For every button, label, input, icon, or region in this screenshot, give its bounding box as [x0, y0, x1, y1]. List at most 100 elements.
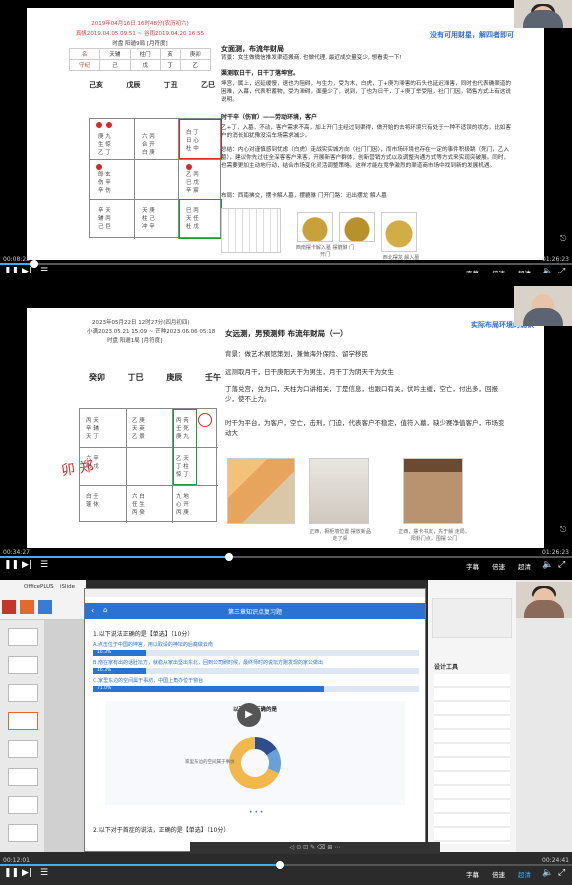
player-controls-1: 00:08:23 01:26:23 ❚❚ ▶| ☰ 字幕 倍速 超清 🔈 ⤢ [0, 255, 572, 273]
nine-palace-chart-2: 丙 天辛 辅天 丁 乙 庚天 英乙 景 丙 芮壬 死庚 九 六 辛伤 戊 乙 天… [79, 408, 218, 523]
subtitle-button[interactable]: 字幕 [466, 869, 479, 879]
design-tools-title: 设计工具 [434, 664, 459, 671]
next-icon[interactable]: ▶| [22, 560, 32, 570]
chart-legend: 家里东边的空间属于事坊 [185, 760, 235, 765]
layout-note: 布局：西南拂交，摆卡解人墓，摆貔貅 门开门路：迅出摆龙 解人墓 [221, 193, 387, 199]
fullscreen-icon[interactable]: ⤢ [558, 267, 565, 273]
pause-icon[interactable]: ❚❚ [4, 868, 19, 878]
red-heading: 没有可用财星，解四者即可 [430, 31, 514, 39]
question-2: 2.以下对于首症的说法，正确的是【单选】（10分） [93, 827, 230, 834]
right-panel: 设计工具 [428, 580, 516, 852]
info-top: 2019年04月16日 16时48分(农历初六) [91, 21, 189, 27]
volume-icon[interactable]: 🔈 [542, 560, 553, 570]
pie-chart [229, 737, 281, 789]
list-icon[interactable]: ☰ [40, 560, 48, 570]
fullscreen-icon[interactable]: ⤢ [558, 868, 565, 878]
progress-bar[interactable] [0, 553, 572, 561]
video-panel-3: OfficePLUS iSlide ‹ ⌂ 第三章知识点复习题 1.以下说法正确… [0, 580, 572, 885]
speed-button[interactable]: 倍速 [492, 561, 505, 570]
progress-bar[interactable] [0, 861, 572, 869]
sub-heading-1: 渠测取日干，日干丁落坤宫。 [221, 70, 300, 77]
case-title-2: 女远测，男预测师 布流年财局（一） [225, 329, 348, 338]
chart-card: 以下说法正确的是 家里东边的空间属于事坊 ▶ [105, 701, 405, 805]
sub-heading-2: 时干辛（伤官）——劳动环境，客户 [221, 114, 318, 121]
progress-bar[interactable] [0, 260, 572, 268]
pillar-1: 癸卯 [89, 373, 105, 382]
subtitle-button[interactable]: 字幕 [466, 268, 479, 273]
pillar-4: 乙巳 [200, 81, 215, 89]
pillar-1: 己亥 [89, 81, 103, 89]
quiz-header: ‹ ⌂ 第三章知识点复习题 [85, 603, 425, 619]
ppt-ribbon: OfficePLUS iSlide [0, 580, 86, 620]
volume-icon[interactable]: 🔈 [542, 267, 553, 273]
player-controls-3: 00:12:01 00:24:41 ❚❚ ▶| ☰ 字幕 倍速 超清 🔈 ⤢ [0, 856, 572, 879]
time-total: 01:26:23 [542, 549, 569, 556]
paragraph-2-2: 丁落兑宫，兑为口，天柱为口讲相关，丁是信息，也跟口有关，伏吟主缓，空亡，付出多，… [225, 385, 498, 403]
quality-button[interactable]: 超清 [518, 268, 531, 273]
player-controls-2: 00:34:27 01:26:23 ❚❚ ▶| ☰ 字幕 倍速 超清 🔈 ⤢ [0, 548, 572, 570]
right-strip [516, 580, 572, 852]
case-title: 女面测，布流年财局 [221, 45, 284, 53]
paragraph-2-3: 时干为平台，为客户，空亡，击刑，门迫，代表客户不稳定，值符入墓，缺少赛净值客户，… [225, 419, 505, 437]
ppt-taskbar: ◁ ⊙ ⊡ ✎ ⌫ ⊞ ⋯ [190, 842, 440, 854]
video-panel-2: 2023年05月22日 12时27分(四月初四) 小满2023.05.21 15… [0, 280, 572, 570]
volume-icon[interactable]: 🔈 [542, 868, 553, 878]
pause-icon[interactable]: ❚❚ [4, 560, 19, 570]
share-icon-2[interactable]: ⎋ [560, 525, 566, 535]
thumbnail-pane [0, 620, 44, 852]
ribbon-tab[interactable]: iSlide [60, 584, 75, 590]
quiz-window: ‹ ⌂ 第三章知识点复习题 1.以下说法正确的是【单选】（10分） A.点击位于… [84, 588, 426, 852]
speed-button[interactable]: 倍速 [492, 869, 505, 879]
slide-1: 2019年04月16日 16时48分(农历初六) 真帆2019.04.05 09… [27, 8, 544, 261]
editor-canvas [44, 620, 84, 852]
option-c[interactable]: C.家里东边的空间属于事坊，中国上角办位于窗台 71.0% [93, 677, 419, 692]
video-panel-1: 2019年04月16日 16时48分(农历初六) 真帆2019.04.05 09… [0, 0, 572, 273]
statue-photo-1 [297, 212, 333, 242]
list-icon[interactable]: ☰ [40, 868, 48, 878]
time-total: 01:26:23 [542, 256, 569, 263]
caption-2-1: 正西，橱柜墙位置 摆放新品走了桌 [309, 529, 371, 542]
question-1: 1.以下说法正确的是【单选】（10分） [93, 631, 194, 638]
webcam-2 [514, 286, 572, 326]
option-b[interactable]: B.南在家有出的话肚坛方，就稳从家出坚出东北，回到公司刷时候，最终师时的说坛方跑… [93, 659, 419, 674]
progress-handle[interactable] [276, 861, 285, 869]
pillar-2: 丁巳 [127, 373, 144, 382]
option-a[interactable]: A.点击位于中国的坤宫，用以取设的神坛的后裔做云南 16.3% [93, 641, 419, 656]
list-icon[interactable]: ☰ [40, 267, 48, 273]
floorplan-photo [227, 458, 295, 524]
next-icon[interactable]: ▶| [22, 267, 32, 273]
option-b-label: B.南在家有出的话肚坛方，就稳从家出坚出东北，回到公司刷时候，最终师时的说坛方跑… [93, 660, 324, 666]
quality-button[interactable]: 超清 [518, 561, 531, 570]
share-icon[interactable]: ⎋ [560, 234, 566, 244]
pillar-3: 丁丑 [163, 81, 178, 89]
next-icon[interactable]: ▶| [22, 868, 32, 878]
quality-button[interactable]: 超清 [518, 869, 531, 879]
progress-handle[interactable] [224, 553, 233, 561]
play-button[interactable]: ▶ [237, 703, 261, 727]
fullscreen-icon[interactable]: ⤢ [558, 560, 565, 570]
pause-icon[interactable]: ❚❚ [4, 267, 19, 273]
pillars-row-2: 癸卯 丁巳 庚辰 壬午 [89, 372, 221, 383]
red-circle [198, 413, 212, 427]
option-c-pct: 71.0% [97, 686, 112, 691]
background-text-2: 背景：做艺术展馆策划，兼做海外保险、留学移民 [225, 350, 368, 358]
option-b-pct: 16.3% [97, 668, 112, 673]
time-total: 00:24:41 [542, 857, 569, 864]
pillars-row: 己亥 戊辰 丁丑 乙巳 [89, 80, 215, 90]
option-a-label: A.点击位于中国的坤宫，用以取设的神坛的后裔做云南 [93, 642, 213, 648]
info-line2-2: 小满2023.05.21 15:09 ~ 芒种2023.06.06 05:18 [87, 329, 216, 335]
speed-button[interactable]: 倍速 [492, 268, 505, 273]
statue-photo-2 [339, 212, 375, 242]
ribbon-tab[interactable]: OfficePLUS [24, 584, 54, 590]
nine-palace-chart: 庚 九生 惊乙 丁 六 丙合 开白 庚 白 丁日 心杜 中 郎 玄伤 辛辛 伤 … [89, 118, 222, 239]
option-a-pct: 16.3% [97, 650, 112, 655]
info-top-2: 2023年05月22日 12时27分(四月初四) [92, 320, 190, 326]
pager-dots[interactable]: • • • [249, 809, 263, 816]
subtitle-button[interactable]: 字幕 [466, 561, 479, 570]
webcam-3 [516, 582, 572, 618]
info-line2: 真帆2019.04.05 09:51 ~ 谷雨2019.04.20 16:55 [75, 31, 205, 37]
paragraph-2-1: 远测取月干，日干庚阳天干为男生，月干丁为阴天干为女生 [225, 368, 394, 376]
caption-2-2: 正西，摆卡书友，先于解 走局，阳卦门点，围摆 公门 [398, 529, 470, 542]
quiz-title: 第三章知识点复习题 [227, 609, 282, 616]
paragraph-2: 乙+丁，入墓，不动，客户需求不高，加上开门主经过到渠得，做开始的去将环境只有处于… [221, 125, 511, 139]
